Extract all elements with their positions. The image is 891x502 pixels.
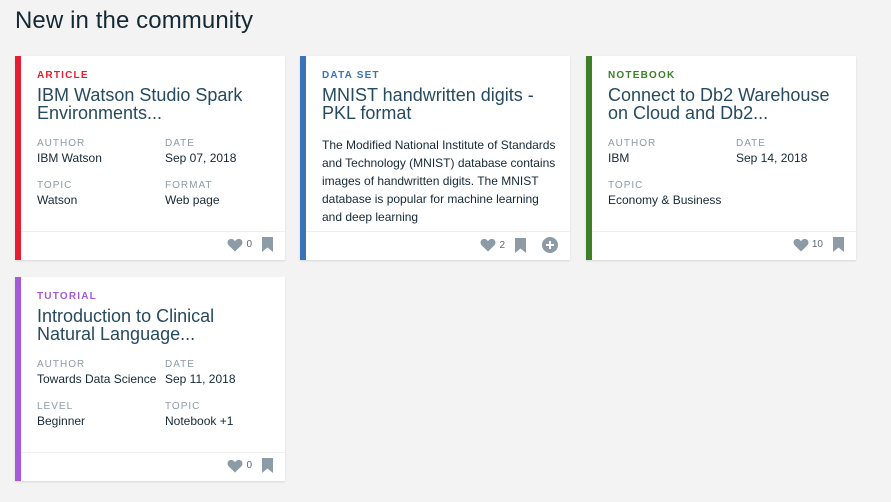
card-type-tag: DATA SET: [322, 70, 380, 81]
card-color-stripe: [586, 56, 592, 260]
meta-label-date: DATE: [165, 359, 195, 370]
meta-value-author: IBM Watson: [37, 151, 102, 165]
card-footer: 2: [306, 231, 570, 260]
bookmark-icon[interactable]: [262, 237, 273, 252]
meta-label-format: FORMAT: [165, 180, 213, 191]
meta-value-format: Web page: [165, 193, 220, 207]
meta-value-topic: Notebook +1: [165, 414, 234, 428]
like-count: 0: [246, 239, 252, 250]
card-title[interactable]: MNIST handwritten digits - PKL format: [322, 86, 557, 122]
meta-label-level: LEVEL: [37, 401, 74, 412]
meta-value-date: Sep 11, 2018: [165, 372, 236, 386]
card-color-stripe: [300, 56, 306, 260]
meta-label-author: AUTHOR: [37, 138, 86, 149]
heart-icon[interactable]: [227, 459, 243, 473]
card-footer: 0: [21, 452, 285, 481]
meta-label-date: DATE: [736, 138, 766, 149]
notebook-card[interactable]: NOTEBOOK Connect to Db2 Warehouse on Clo…: [586, 56, 856, 260]
meta-value-level: Beginner: [37, 414, 86, 428]
add-circle-icon[interactable]: [542, 237, 558, 253]
card-type-tag: NOTEBOOK: [608, 70, 676, 81]
card-title[interactable]: IBM Watson Studio Spark Environments...: [37, 86, 272, 122]
bookmark-icon[interactable]: [262, 458, 273, 473]
heart-icon[interactable]: [793, 238, 809, 252]
card-footer: 0: [21, 231, 285, 260]
meta-label-topic: TOPIC: [165, 401, 201, 412]
heart-icon[interactable]: [227, 238, 243, 252]
card-title[interactable]: Introduction to Clinical Natural Languag…: [37, 307, 272, 343]
card-color-stripe: [15, 56, 21, 260]
meta-label-date: DATE: [165, 138, 195, 149]
meta-value-author: Towards Data Science: [37, 372, 157, 386]
card-color-stripe: [15, 277, 21, 481]
card-type-tag: ARTICLE: [37, 70, 89, 81]
card-title[interactable]: Connect to Db2 Warehouse on Cloud and Db…: [608, 86, 843, 122]
meta-label-topic: TOPIC: [37, 180, 73, 191]
like-count: 2: [499, 239, 505, 251]
meta-value-date: Sep 07, 2018: [165, 151, 237, 165]
meta-value-topic: Economy & Business: [608, 193, 722, 207]
tutorial-card[interactable]: TUTORIAL Introduction to Clinical Natura…: [15, 277, 285, 481]
meta-label-author: AUTHOR: [608, 138, 657, 149]
heart-icon[interactable]: [480, 238, 496, 252]
meta-value-topic: Watson: [37, 193, 78, 207]
article-card[interactable]: ARTICLE IBM Watson Studio Spark Environm…: [15, 56, 285, 260]
bookmark-icon[interactable]: [515, 237, 526, 253]
card-description: The Modified National Institute of Stand…: [322, 138, 556, 224]
meta-value-date: Sep 14, 2018: [736, 151, 808, 165]
meta-label-topic: TOPIC: [608, 180, 644, 191]
card-type-tag: TUTORIAL: [37, 291, 97, 302]
card-footer: 10: [592, 231, 856, 260]
dataset-card[interactable]: DATA SET MNIST handwritten digits - PKL …: [300, 56, 570, 260]
like-count: 10: [811, 239, 823, 250]
bookmark-icon[interactable]: [833, 237, 844, 252]
meta-value-author: IBM: [608, 151, 630, 165]
meta-label-author: AUTHOR: [37, 359, 86, 370]
like-count: 0: [246, 460, 252, 471]
section-heading: New in the community: [15, 7, 254, 34]
